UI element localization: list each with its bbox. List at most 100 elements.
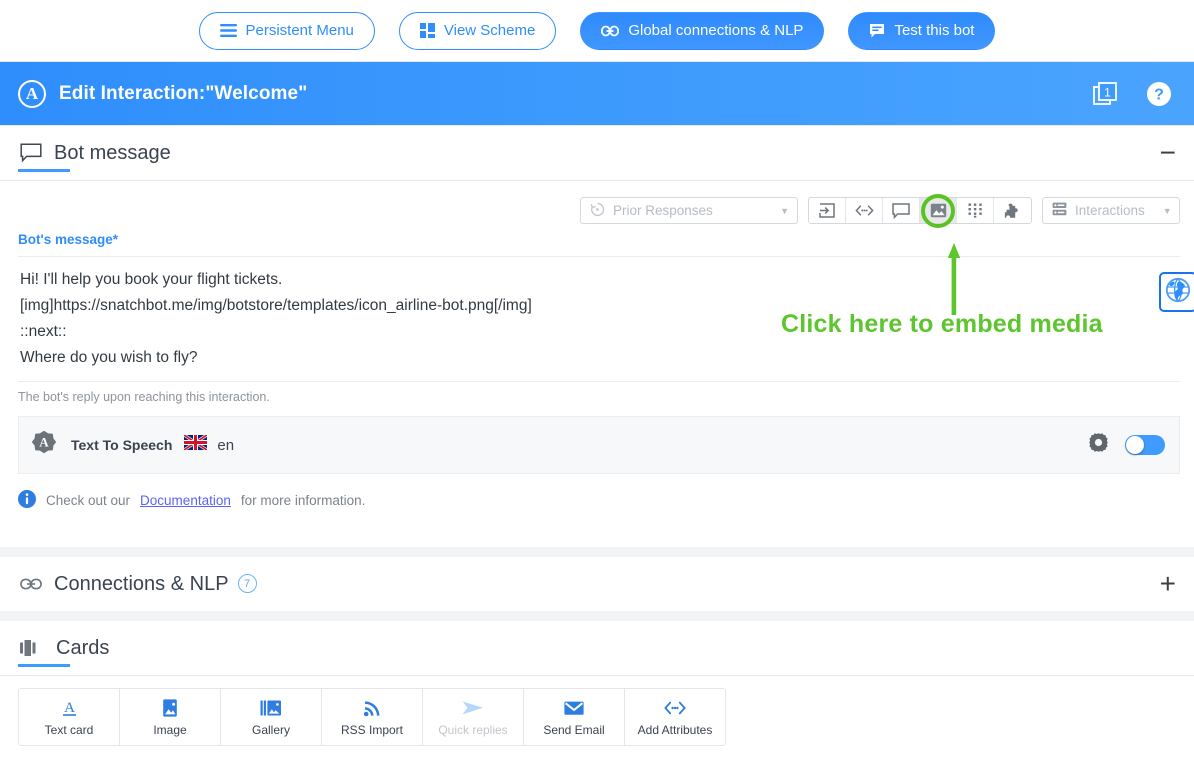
card-label: Quick replies — [438, 723, 508, 737]
connections-expand-toggle[interactable]: + — [1160, 570, 1176, 598]
app-root: Persistent Menu View Scheme Global conne… — [0, 0, 1194, 746]
image-media-icon[interactable] — [920, 193, 957, 228]
card-label: Text card — [44, 723, 94, 737]
cards-section-header[interactable]: Cards — [0, 621, 1194, 675]
tts-language-value: en — [217, 436, 235, 454]
prior-responses-label: Prior Responses — [613, 203, 713, 218]
edit-interaction-header: A Edit Interaction:"Welcome" 1 ? — [0, 62, 1194, 125]
header-actions: 1 ? — [1092, 81, 1180, 107]
card-label: Image — [153, 723, 187, 737]
code-brackets-icon — [663, 697, 687, 719]
keypad-grid-icon[interactable] — [957, 198, 994, 223]
svg-text:A: A — [64, 700, 75, 716]
cards-title: Cards — [56, 636, 110, 659]
message-toolbar-group: Prior Responses ▼ Interactions ▼ — [580, 193, 1180, 228]
send-arrow-icon — [461, 697, 485, 719]
interactions-list-icon — [1052, 202, 1067, 219]
svg-text:A: A — [39, 434, 49, 449]
chevron-down-icon: ▼ — [1162, 205, 1172, 216]
interactions-dropdown[interactable]: Interactions ▼ — [1042, 197, 1180, 224]
info-circle-icon — [18, 490, 36, 511]
chat-lines-icon — [869, 23, 885, 39]
link-chain-icon — [20, 578, 42, 590]
language-globe-button[interactable] — [1159, 272, 1194, 312]
card-type-strip: A Text card Image Gallery RSS Import Qui… — [18, 688, 726, 746]
card-label: RSS Import — [340, 723, 403, 737]
message-line: [img]https://snatchbot.me/img/botstore/t… — [20, 297, 532, 314]
logo-letter: A — [25, 84, 39, 103]
prior-responses-dropdown[interactable]: Prior Responses ▼ — [580, 197, 798, 224]
cards-stack-icon — [20, 639, 44, 657]
svg-text:1: 1 — [1104, 85, 1111, 99]
code-brackets-icon[interactable] — [846, 198, 883, 223]
card-button-rss-import[interactable]: RSS Import — [322, 689, 423, 745]
test-this-bot-button[interactable]: Test this bot — [848, 11, 996, 50]
card-label: Add Attributes — [637, 723, 713, 737]
image-icon — [161, 697, 179, 719]
connections-nlp-title-text: Connections & NLP — [54, 572, 229, 595]
message-insert-icon-group — [808, 193, 1032, 228]
tts-controls — [1088, 432, 1165, 458]
connections-nlp-title: Connections & NLP 7 — [54, 573, 257, 596]
card-button-send-email[interactable]: Send Email — [524, 689, 625, 745]
bot-message-collapse-toggle[interactable]: − — [1160, 139, 1176, 167]
documentation-prefix: Check out our — [46, 493, 131, 508]
globe-language-icon — [1165, 277, 1191, 308]
section-separator-band — [0, 547, 1194, 557]
text-to-speech-label: Text To Speech — [71, 437, 173, 453]
persistent-menu-label: Persistent Menu — [245, 22, 354, 39]
bots-message-field-label: Bot's message* — [18, 232, 1180, 256]
message-line: Hi! I'll help you book your flight ticke… — [20, 271, 283, 288]
puzzle-piece-icon[interactable] — [994, 198, 1031, 223]
test-this-bot-label: Test this bot — [894, 22, 975, 39]
bot-message-section-header[interactable]: Bot message − — [0, 126, 1194, 180]
message-line: Where do you wish to fly? — [20, 349, 198, 366]
view-scheme-button[interactable]: View Scheme — [398, 11, 557, 50]
rss-icon — [362, 697, 382, 719]
snatchbot-logo: A — [18, 79, 46, 108]
connections-count-badge: 7 — [237, 574, 257, 593]
page-title: Edit Interaction:"Welcome" — [59, 82, 308, 104]
snatchbot-gear-a-icon: A — [31, 430, 57, 461]
envelope-icon — [563, 697, 585, 719]
view-scheme-label: View Scheme — [443, 22, 536, 39]
grid-scheme-icon — [419, 23, 435, 38]
text-to-speech-row: A Text To Speech en — [18, 416, 1180, 474]
tts-toggle-switch[interactable] — [1125, 435, 1165, 455]
bots-message-textarea[interactable]: Hi! I'll help you book your flight ticke… — [18, 256, 1180, 375]
help-icon[interactable]: ? — [1146, 81, 1172, 107]
card-button-gallery[interactable]: Gallery — [221, 689, 322, 745]
card-label: Gallery — [251, 723, 290, 737]
speech-bubble-icon — [20, 143, 42, 163]
duplicate-copy-icon[interactable]: 1 — [1092, 81, 1118, 107]
card-label: Send Email — [543, 723, 605, 737]
persistent-menu-button[interactable]: Persistent Menu — [198, 11, 375, 50]
gear-icon[interactable] — [1088, 432, 1109, 458]
documentation-suffix: for more information. — [240, 493, 366, 508]
bot-message-editor: Bot's message* Hi! I'll help you book yo… — [0, 232, 1194, 404]
gallery-icon — [260, 697, 282, 719]
documentation-link[interactable]: Documentation — [140, 493, 231, 508]
connections-nlp-section-header[interactable]: Connections & NLP 7 + — [0, 557, 1194, 611]
interactions-label: Interactions — [1075, 203, 1145, 218]
top-action-bar: Persistent Menu View Scheme Global conne… — [0, 0, 1194, 62]
documentation-note: Check out our Documentation for more inf… — [0, 474, 1194, 511]
uk-flag-icon — [183, 433, 209, 455]
chat-bubble-icon[interactable] — [883, 198, 920, 223]
toggle-knob — [1126, 436, 1144, 454]
required-asterisk: * — [112, 232, 119, 247]
bots-message-label-text: Bot's message — [18, 232, 113, 247]
global-connections-nlp-button[interactable]: Global connections & NLP — [580, 11, 825, 50]
card-button-add-attributes[interactable]: Add Attributes — [625, 689, 725, 745]
text-a-icon: A — [60, 697, 79, 719]
card-button-text-card[interactable]: A Text card — [19, 689, 120, 745]
cards-title-underline — [18, 664, 70, 667]
history-clock-icon — [590, 202, 605, 220]
enter-box-icon[interactable] — [809, 198, 846, 223]
svg-text:?: ? — [1154, 86, 1164, 103]
link-chain-icon — [601, 25, 620, 37]
bots-message-hint: The bot's reply upon reaching this inter… — [18, 381, 1180, 404]
card-button-image[interactable]: Image — [120, 689, 221, 745]
